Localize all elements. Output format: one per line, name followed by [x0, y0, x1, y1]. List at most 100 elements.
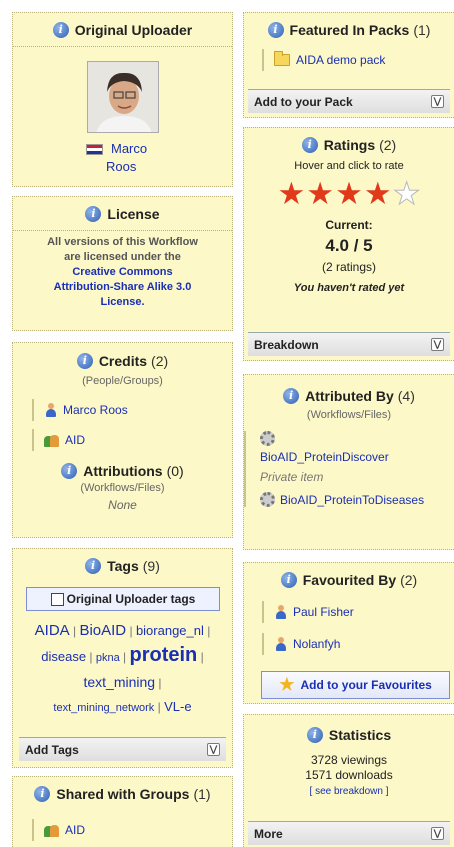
info-icon: i	[85, 558, 102, 574]
statistics-title: Statistics	[328, 727, 392, 743]
ratings-panel: i Ratings (2) Hover and click to rate ★ ★…	[243, 127, 454, 361]
tag-link[interactable]: AIDA	[35, 622, 70, 639]
info-icon: i	[34, 786, 51, 802]
statistics-downloads: 1571 downloads	[305, 768, 393, 782]
credit-item-label[interactable]: AID	[65, 433, 85, 447]
rating-star[interactable]: ★	[392, 177, 421, 209]
ratings-current-label: Current:	[325, 218, 373, 232]
avatar-photo	[88, 62, 158, 132]
chevron-down-icon[interactable]: ⋁	[431, 95, 444, 108]
credits-title: Credits	[98, 353, 148, 369]
credits-header: i Credits (2)	[13, 343, 232, 373]
uploader-name-link-line2[interactable]: Roos	[106, 159, 136, 174]
gear-icon	[260, 492, 275, 507]
tag-link[interactable]: text_mining_network	[53, 702, 154, 714]
shared-group-label[interactable]: AID	[65, 823, 85, 837]
favourite-user-item[interactable]: Paul Fisher	[262, 601, 454, 623]
checkbox[interactable]	[50, 592, 64, 606]
original-uploader-tags-toggle[interactable]: Original Uploader tags	[26, 587, 220, 611]
attributions-none: None	[108, 498, 137, 512]
statistics-breakdown-link[interactable]: [ see breakdown ]	[244, 786, 454, 797]
rating-star[interactable]: ★	[278, 178, 306, 209]
add-tags-label: Add Tags	[25, 742, 79, 757]
favourite-user-item[interactable]: Nolanfyh	[262, 633, 454, 655]
tag-link[interactable]: BioAID	[79, 622, 126, 639]
tag-link[interactable]: text_mining	[83, 674, 155, 690]
statistics-more-label: More	[254, 826, 283, 841]
tag-link[interactable]: disease	[41, 649, 86, 664]
attributed-item-link[interactable]: BioAID_ProteinDiscover	[260, 450, 438, 464]
shared-group-item[interactable]: AID	[32, 819, 232, 841]
star-icon: ★	[279, 675, 295, 694]
tags-title: Tags	[107, 558, 139, 574]
rating-star[interactable]: ★	[364, 178, 392, 209]
ratings-count: (2)	[379, 137, 397, 153]
favourite-user-label[interactable]: Paul Fisher	[293, 605, 354, 619]
info-icon: i	[61, 463, 78, 479]
add-tags-bar[interactable]: Add Tags ⋁	[19, 737, 226, 761]
featured-in-packs-panel: i Featured In Packs (1) AIDA demo pack A…	[243, 12, 454, 118]
ratings-breakdown-bar[interactable]: Breakdown ⋁	[248, 332, 450, 356]
uploader-name-link[interactable]: Marco	[111, 141, 147, 156]
tag-link[interactable]: pkna	[96, 652, 120, 664]
tag-cloud: AIDA | BioAID | biorange_nl | disease | …	[34, 622, 211, 714]
star-rating[interactable]: ★ ★ ★ ★ ★	[244, 176, 454, 210]
rating-star[interactable]: ★	[306, 178, 334, 209]
favourite-user-label[interactable]: Nolanfyh	[293, 637, 340, 651]
credit-item-label[interactable]: Marco Roos	[63, 403, 128, 417]
netherlands-flag-icon	[86, 144, 103, 155]
license-panel: i License All versions of this Workflow …	[12, 196, 233, 331]
person-icon	[274, 637, 288, 651]
statistics-panel: i Statistics 3728 viewings 1571 download…	[243, 714, 454, 847]
tags-header: i Tags (9)	[13, 549, 232, 583]
original-uploader-tags-label: Original Uploader tags	[66, 592, 196, 606]
info-icon: i	[85, 205, 102, 222]
shared-with-groups-header: i Shared with Groups (1)	[13, 777, 232, 811]
info-icon: i	[280, 572, 297, 588]
attributions-count: (0)	[166, 463, 184, 479]
original-uploader-header: i Original Uploader	[13, 13, 232, 47]
info-icon: i	[76, 353, 93, 369]
ratings-not-rated: You haven't rated yet	[293, 282, 405, 294]
pack-item-label[interactable]: AIDA demo pack	[296, 53, 385, 67]
folder-icon	[274, 51, 290, 66]
license-link-line2[interactable]: Attribution-Share Alike 3.0	[13, 280, 232, 295]
statistics-more-bar[interactable]: More ⋁	[248, 821, 450, 845]
license-link-line3[interactable]: License.	[13, 295, 232, 310]
ratings-breakdown-label: Breakdown	[254, 337, 319, 352]
info-icon: i	[52, 21, 69, 38]
attributed-by-header: i Attributed By (4)	[244, 375, 454, 409]
rating-star[interactable]: ★	[335, 178, 363, 209]
group-icon	[44, 823, 60, 837]
add-to-favourites-button[interactable]: ★ Add to your Favourites	[261, 671, 450, 699]
tag-link[interactable]: protein	[130, 644, 198, 666]
attributed-by-title: Attributed By	[305, 388, 394, 404]
chevron-down-icon[interactable]: ⋁	[431, 827, 444, 840]
tag-link[interactable]: VL-e	[164, 699, 191, 714]
tag-link[interactable]: biorange_nl	[136, 623, 204, 638]
ratings-count-text: (2 ratings)	[321, 260, 377, 274]
favourited-by-title: Favourited By	[302, 572, 397, 588]
favourited-by-panel: i Favourited By (2) Paul Fisher Nolanfyh…	[243, 562, 454, 704]
attributed-item-link[interactable]: BioAID_ProteinToDiseases	[280, 493, 424, 507]
attributions-subtitle: (Workflows/Files)	[80, 482, 165, 494]
credit-item[interactable]: Marco Roos	[32, 399, 232, 421]
pack-item[interactable]: AIDA demo pack	[262, 49, 454, 71]
license-text-line1: All versions of this Workflow	[47, 236, 198, 248]
ratings-header: i Ratings (2)	[244, 128, 454, 162]
featured-in-packs-header: i Featured In Packs (1)	[244, 13, 454, 47]
add-to-favourites-label: Add to your Favourites	[300, 678, 432, 692]
uploader-avatar[interactable]	[87, 61, 159, 133]
workflow-gear-icon	[260, 431, 438, 449]
chevron-down-icon[interactable]: ⋁	[207, 743, 220, 756]
add-to-pack-label: Add to your Pack	[254, 94, 353, 109]
featured-in-packs-count: (1)	[413, 22, 431, 38]
credit-item[interactable]: AID	[32, 429, 232, 451]
license-link-line1[interactable]: Creative Commons	[13, 265, 232, 280]
attributions-title: Attributions	[83, 463, 163, 479]
favourited-by-header: i Favourited By (2)	[244, 563, 454, 597]
attributed-by-panel: i Attributed By (4) (Workflows/Files) Bi…	[243, 374, 454, 550]
add-to-pack-bar[interactable]: Add to your Pack ⋁	[248, 89, 450, 113]
chevron-down-icon[interactable]: ⋁	[431, 338, 444, 351]
group-icon	[44, 433, 60, 447]
